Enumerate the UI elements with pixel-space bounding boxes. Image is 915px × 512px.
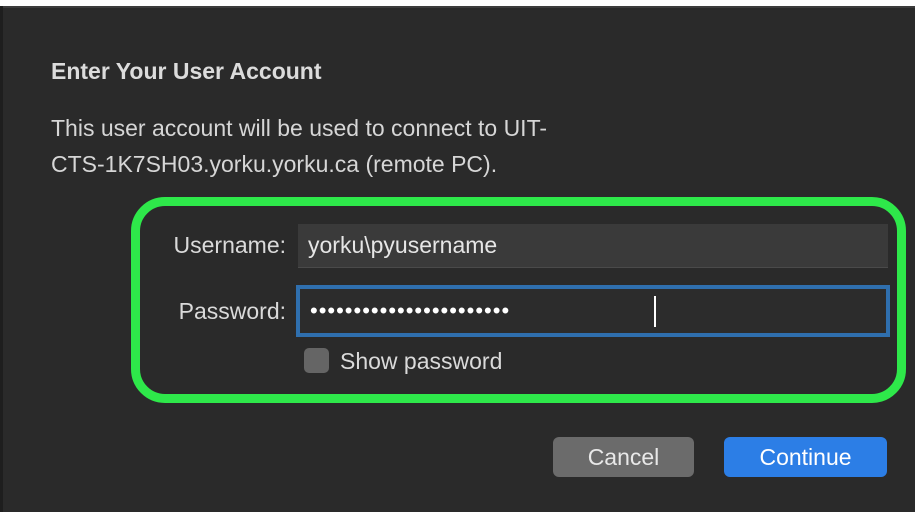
username-label: Username: <box>173 232 286 258</box>
password-label: Password: <box>178 298 286 324</box>
dialog-title: Enter Your User Account <box>51 58 322 84</box>
show-password-checkbox[interactable] <box>304 348 329 373</box>
dialog-message: This user account will be used to connec… <box>51 110 731 182</box>
dialog-message-line-1: This user account will be used to connec… <box>51 115 548 141</box>
continue-button[interactable]: Continue <box>724 437 887 477</box>
username-field[interactable] <box>298 224 888 268</box>
password-field[interactable] <box>296 285 890 337</box>
cancel-button[interactable]: Cancel <box>553 437 694 477</box>
text-caret <box>654 296 656 327</box>
dialog-message-line-2: CTS-1K7SH03.yorku.yorku.ca (remote PC). <box>51 151 498 177</box>
show-password-label[interactable]: Show password <box>340 348 502 375</box>
